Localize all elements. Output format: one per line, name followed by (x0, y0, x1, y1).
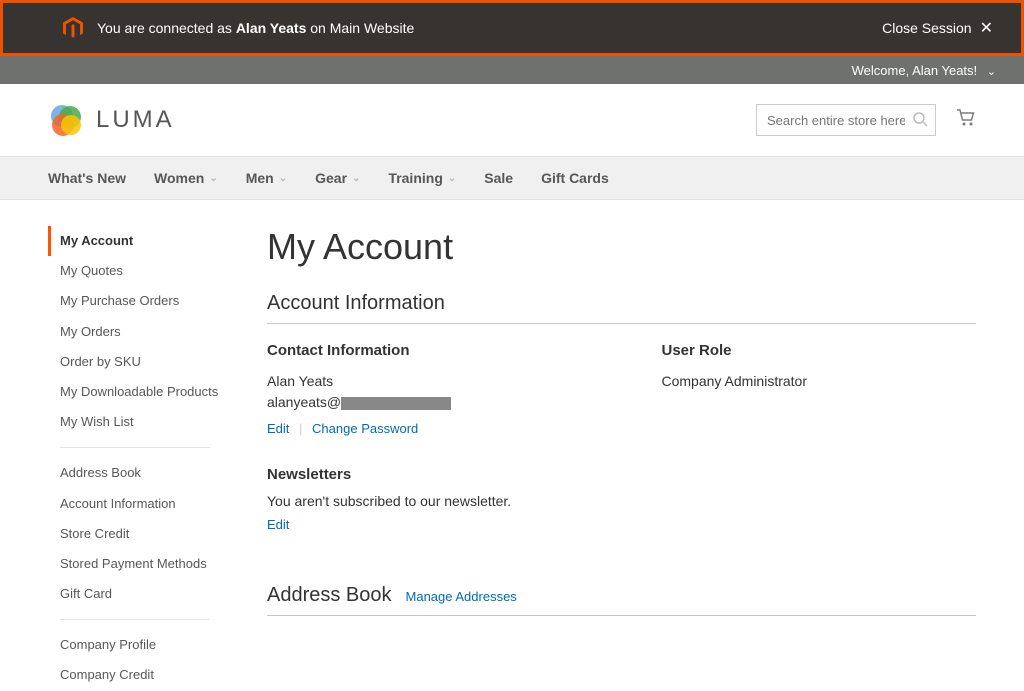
chevron-down-icon: ⌄ (209, 173, 217, 184)
main-panel: My Account Account Information Contact I… (243, 226, 976, 691)
banner-user: Alan Yeats (236, 20, 307, 36)
cart-icon[interactable] (956, 108, 976, 133)
sidebar-item-gift-card[interactable]: Gift Card (48, 579, 243, 609)
content: My Account My Quotes My Purchase Orders … (0, 200, 1024, 691)
close-session-label: Close Session (882, 20, 972, 36)
welcome-text: Welcome, Alan Yeats! (852, 63, 978, 78)
edit-contact-link[interactable]: Edit (267, 421, 289, 436)
redacted-email-domain (341, 397, 451, 410)
nav-gear[interactable]: Gear⌄ (315, 170, 360, 186)
nav-women[interactable]: Women⌄ (154, 170, 218, 186)
sidebar-divider (60, 447, 210, 448)
search-input[interactable] (756, 104, 936, 136)
sidebar-item-company-credit[interactable]: Company Credit (48, 660, 243, 690)
sidebar-item-my-downloadable-products[interactable]: My Downloadable Products (48, 377, 243, 407)
newsletters-head: Newsletters (267, 466, 976, 483)
banner-prefix: You are connected as (97, 20, 236, 36)
sidebar-item-my-wish-list[interactable]: My Wish List (48, 407, 243, 437)
nav-sale[interactable]: Sale (484, 170, 513, 186)
user-role-value: Company Administrator (662, 371, 977, 392)
account-info-columns: Contact Information Alan Yeats alanyeats… (267, 342, 976, 436)
close-icon: ✕ (980, 18, 993, 38)
sidebar-item-my-account[interactable]: My Account (48, 226, 243, 256)
manage-addresses-link[interactable]: Manage Addresses (406, 589, 517, 604)
main-nav: What's New Women⌄ Men⌄ Gear⌄ Training⌄ S… (0, 156, 1024, 200)
contact-email: alanyeats@ (267, 392, 582, 413)
welcome-bar: Welcome, Alan Yeats! ⌄ (0, 56, 1024, 84)
close-session-button[interactable]: Close Session ✕ (882, 18, 993, 38)
nav-whats-new[interactable]: What's New (48, 170, 126, 186)
newsletters-body: You aren't subscribed to our newsletter. (267, 493, 976, 509)
banner-suffix: on Main Website (306, 20, 414, 36)
chevron-down-icon: ⌄ (987, 66, 996, 78)
sidebar-divider (60, 619, 210, 620)
edit-newsletter-link[interactable]: Edit (267, 517, 289, 532)
sidebar-item-stored-payment-methods[interactable]: Stored Payment Methods (48, 549, 243, 579)
banner-text: You are connected as Alan Yeats on Main … (97, 20, 882, 36)
account-sidebar: My Account My Quotes My Purchase Orders … (48, 226, 243, 691)
sidebar-item-address-book[interactable]: Address Book (48, 458, 243, 488)
header: LUMA (0, 84, 1024, 156)
welcome-dropdown[interactable]: Welcome, Alan Yeats! ⌄ (852, 63, 996, 78)
admin-session-banner: You are connected as Alan Yeats on Main … (0, 0, 1024, 56)
chevron-down-icon: ⌄ (448, 173, 456, 184)
user-role-head: User Role (662, 342, 977, 359)
contact-name: Alan Yeats (267, 371, 582, 392)
contact-info-block: Contact Information Alan Yeats alanyeats… (267, 342, 582, 436)
section-account-information: Account Information (267, 292, 976, 324)
page-title: My Account (267, 226, 976, 268)
sidebar-item-order-by-sku[interactable]: Order by SKU (48, 347, 243, 377)
contact-links: Edit | Change Password (267, 421, 582, 436)
chevron-down-icon: ⌄ (352, 173, 360, 184)
sidebar-item-company-profile[interactable]: Company Profile (48, 630, 243, 660)
nav-men[interactable]: Men⌄ (246, 170, 287, 186)
newsletters-block: Newsletters You aren't subscribed to our… (267, 466, 976, 532)
change-password-link[interactable]: Change Password (312, 421, 418, 436)
sidebar-item-account-information[interactable]: Account Information (48, 489, 243, 519)
nav-gift-cards[interactable]: Gift Cards (541, 170, 609, 186)
sidebar-item-my-purchase-orders[interactable]: My Purchase Orders (48, 286, 243, 316)
search-icon[interactable] (913, 112, 928, 132)
contact-info-body: Alan Yeats alanyeats@ (267, 371, 582, 413)
brand-text: LUMA (96, 106, 175, 134)
search-wrap (756, 104, 936, 136)
user-role-block: User Role Company Administrator (662, 342, 977, 436)
sidebar-item-my-orders[interactable]: My Orders (48, 317, 243, 347)
chevron-down-icon: ⌄ (279, 173, 287, 184)
address-book-section-header: Address Book Manage Addresses (267, 584, 976, 616)
nav-training[interactable]: Training⌄ (388, 170, 456, 186)
logo-icon (48, 102, 84, 138)
magento-icon (63, 17, 83, 39)
logo[interactable]: LUMA (48, 102, 175, 138)
address-book-title: Address Book (267, 584, 392, 607)
sidebar-item-my-quotes[interactable]: My Quotes (48, 256, 243, 286)
sidebar-item-store-credit[interactable]: Store Credit (48, 519, 243, 549)
contact-info-head: Contact Information (267, 342, 582, 359)
